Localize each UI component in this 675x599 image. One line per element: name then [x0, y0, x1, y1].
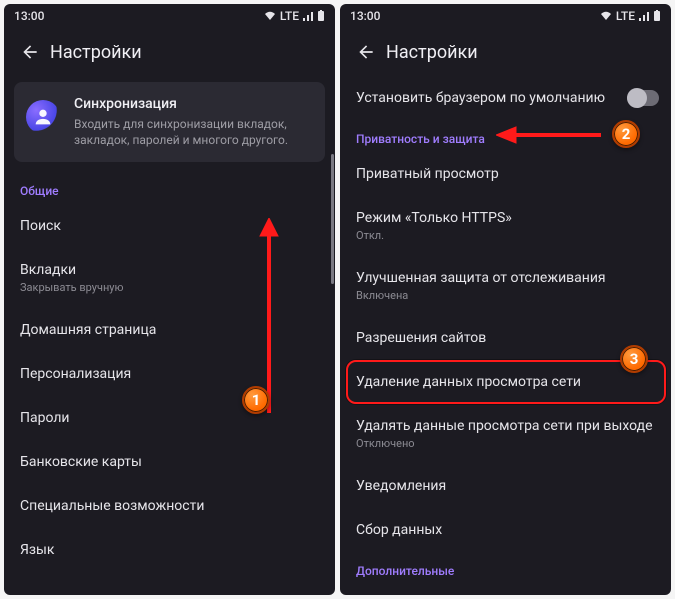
page-title: Настройки — [386, 42, 478, 63]
row-sublabel: Откл. — [356, 229, 655, 242]
title-bar: Настройки — [4, 28, 335, 76]
row-label: Разрешения сайтов — [356, 330, 655, 346]
signal-icon — [303, 11, 313, 21]
row-sublabel: Закрывать вручную — [20, 281, 319, 294]
row-data-collection[interactable]: Сбор данных — [340, 508, 671, 552]
signal-icon — [639, 11, 649, 21]
battery-icon — [317, 10, 325, 22]
row-language[interactable]: Язык — [4, 528, 335, 572]
section-header-additional: Дополнительные — [340, 552, 671, 584]
row-home[interactable]: Домашняя страница — [4, 308, 335, 352]
row-label: Язык — [20, 542, 319, 558]
row-accessibility[interactable]: Специальные возможности — [4, 484, 335, 528]
row-sublabel: Отключено — [356, 437, 655, 450]
back-button[interactable] — [10, 32, 50, 72]
arrow-left-icon — [356, 42, 376, 62]
wifi-icon — [264, 11, 276, 21]
row-label: Уведомления — [356, 478, 655, 494]
row-label: Домашняя страница — [20, 322, 319, 338]
row-label: Вкладки — [20, 262, 319, 278]
avatar-icon — [26, 100, 60, 134]
status-time: 13:00 — [14, 9, 44, 23]
left-screenshot: 13:00 LTE Настройки Синхронизация Входит… — [4, 4, 335, 595]
page-title: Настройки — [50, 42, 142, 63]
row-label: Удалять данные просмотра сети при выходе — [356, 418, 655, 434]
status-net: LTE — [616, 9, 635, 23]
row-label: Персонализация — [20, 366, 319, 382]
battery-icon — [653, 10, 661, 22]
row-label: Улучшенная защита от отслеживания — [356, 270, 655, 286]
row-label: Поиск — [20, 218, 319, 234]
row-tracking-protection[interactable]: Улучшенная защита от отслеживания Включе… — [340, 256, 671, 316]
row-label: Банковские карты — [20, 454, 319, 470]
row-label: Удаление данных просмотра сети — [356, 374, 655, 390]
sync-card-title: Синхронизация — [74, 96, 311, 112]
toggle-off[interactable] — [627, 90, 659, 106]
row-private-browsing[interactable]: Приватный просмотр — [340, 152, 671, 196]
row-site-permissions[interactable]: Разрешения сайтов — [340, 316, 671, 360]
row-tabs[interactable]: Вкладки Закрывать вручную — [4, 248, 335, 308]
status-right: LTE — [264, 9, 325, 23]
status-bar: 13:00 LTE — [4, 4, 335, 28]
status-bar: 13:00 LTE — [340, 4, 671, 28]
row-label: Установить браузером по умолчанию — [356, 90, 615, 106]
row-passwords[interactable]: Пароли — [4, 396, 335, 440]
row-notifications[interactable]: Уведомления — [340, 464, 671, 508]
status-right: LTE — [600, 9, 661, 23]
back-button[interactable] — [346, 32, 386, 72]
row-label: Приватный просмотр — [356, 166, 655, 182]
row-label: Пароли — [20, 410, 319, 426]
row-personalization[interactable]: Персонализация — [4, 352, 335, 396]
row-sublabel: Включена — [356, 289, 655, 302]
title-bar: Настройки — [340, 28, 671, 76]
status-time: 13:00 — [350, 9, 380, 23]
sync-card[interactable]: Синхронизация Входить для синхронизации … — [14, 82, 325, 162]
row-clear-on-exit[interactable]: Удалять данные просмотра сети при выходе… — [340, 404, 671, 464]
row-label: Специальные возможности — [20, 498, 319, 514]
row-label: Режим «Только HTTPS» — [356, 210, 655, 226]
row-clear-browsing-data[interactable]: Удаление данных просмотра сети — [340, 360, 671, 404]
wifi-icon — [600, 11, 612, 21]
row-search[interactable]: Поиск — [4, 204, 335, 248]
section-header-general: Общие — [4, 172, 335, 204]
section-header-privacy: Приватность и защита — [340, 120, 671, 152]
arrow-left-icon — [20, 42, 40, 62]
row-cards[interactable]: Банковские карты — [4, 440, 335, 484]
row-https-only[interactable]: Режим «Только HTTPS» Откл. — [340, 196, 671, 256]
row-label: Сбор данных — [356, 522, 655, 538]
right-screenshot: 13:00 LTE Настройки Установить браузером… — [340, 4, 671, 595]
sync-card-subtitle: Входить для синхронизации вкладок, закла… — [74, 116, 311, 148]
status-net: LTE — [280, 9, 299, 23]
row-set-default-browser[interactable]: Установить браузером по умолчанию — [340, 76, 671, 120]
